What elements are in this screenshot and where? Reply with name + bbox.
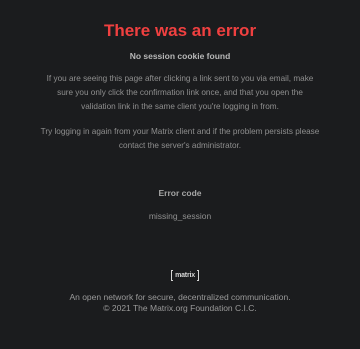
error-subtitle: No session cookie found bbox=[129, 51, 231, 61]
error-code-value: missing_session bbox=[148, 211, 212, 221]
footer-copyright: © 2021 The Matrix.org Foundation C.I.C. bbox=[103, 303, 257, 313]
logo-left-bracket-icon bbox=[171, 270, 173, 281]
logo-text: matrix bbox=[175, 272, 195, 279]
error-code-label: Error code bbox=[158, 188, 202, 198]
error-explanation-paragraph: If you are seeing this page after clicki… bbox=[46, 74, 314, 111]
logo-right-bracket-icon bbox=[197, 270, 199, 281]
error-page: There was an error No session cookie fou… bbox=[0, 0, 360, 349]
error-instruction-paragraph: Try logging in again from your Matrix cl… bbox=[40, 127, 320, 150]
footer-tagline: An open network for secure, decentralize… bbox=[69, 292, 291, 302]
error-title: There was an error bbox=[103, 21, 257, 40]
matrix-logo: matrix bbox=[171, 269, 199, 282]
